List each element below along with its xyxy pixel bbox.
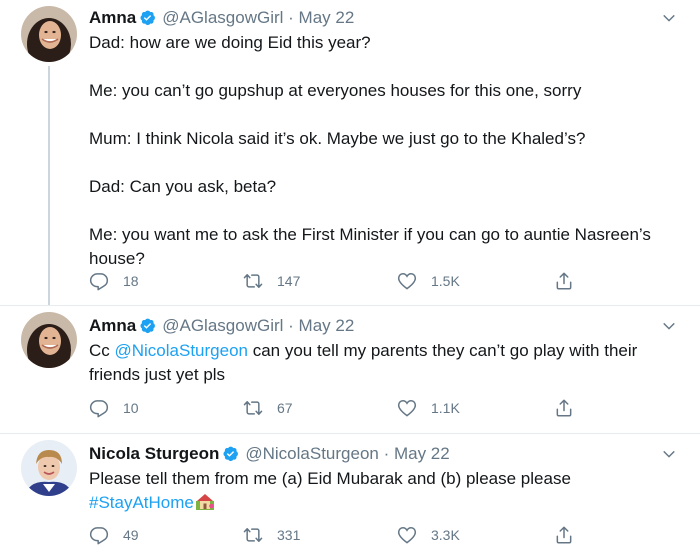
tweet-header: Amna @AGlasgowGirl · May 22 bbox=[89, 315, 676, 337]
tweet-2[interactable]: Amna @AGlasgowGirl · May 22 Cc @NicolaStu… bbox=[0, 306, 700, 433]
tweet-body: Amna @AGlasgowGirl · May 22 Cc @NicolaStu… bbox=[89, 315, 676, 387]
chevron-down-icon[interactable] bbox=[660, 445, 678, 463]
house-with-garden-emoji bbox=[195, 494, 214, 510]
heart-icon bbox=[397, 525, 417, 545]
chevron-down-icon[interactable] bbox=[660, 9, 678, 27]
chevron-down-icon[interactable] bbox=[660, 317, 678, 335]
reply-icon bbox=[89, 525, 109, 545]
retweet-button[interactable]: 67 bbox=[243, 396, 293, 420]
timestamp[interactable]: May 22 bbox=[394, 444, 450, 463]
display-name[interactable]: Nicola Sturgeon bbox=[89, 444, 219, 463]
separator: · bbox=[283, 316, 299, 335]
separator: · bbox=[283, 8, 299, 27]
reply-button[interactable]: 49 bbox=[89, 523, 139, 547]
reply-count: 49 bbox=[123, 527, 139, 543]
separator: · bbox=[378, 444, 394, 463]
share-button[interactable] bbox=[554, 396, 574, 420]
tweet-header: Nicola Sturgeon @NicolaSturgeon · May 22 bbox=[89, 443, 676, 465]
share-button[interactable] bbox=[554, 269, 574, 293]
tweet-line: Please tell them from me (a) Eid Mubarak… bbox=[89, 469, 571, 488]
tweet-3[interactable]: Nicola Sturgeon @NicolaSturgeon · May 22 … bbox=[0, 434, 700, 556]
verified-badge-icon bbox=[139, 9, 156, 26]
handle[interactable]: @AGlasgowGirl bbox=[162, 8, 283, 27]
tweet-line: Me: you want me to ask the First Ministe… bbox=[89, 225, 651, 268]
heart-icon bbox=[397, 398, 417, 418]
avatar[interactable] bbox=[21, 440, 77, 496]
tweet-text: Dad: how are we doing Eid this year? Me:… bbox=[89, 31, 676, 271]
like-button[interactable]: 3.3K bbox=[397, 523, 460, 547]
like-button[interactable]: 1.1K bbox=[397, 396, 460, 420]
tweet-line: Dad: Can you ask, beta? bbox=[89, 177, 277, 196]
like-count: 1.5K bbox=[431, 273, 460, 289]
retweet-icon bbox=[243, 398, 263, 418]
timestamp[interactable]: May 22 bbox=[299, 8, 355, 27]
share-icon bbox=[554, 398, 574, 418]
tweet-body: Amna @AGlasgowGirl · May 22 Dad: how are … bbox=[89, 7, 676, 271]
heart-icon bbox=[397, 271, 417, 291]
share-icon bbox=[554, 271, 574, 291]
like-button[interactable]: 1.5K bbox=[397, 269, 460, 293]
display-name[interactable]: Amna bbox=[89, 8, 136, 27]
verified-badge-icon bbox=[139, 317, 156, 334]
share-button[interactable] bbox=[554, 523, 574, 547]
retweet-icon bbox=[243, 525, 263, 545]
tweet-line: Dad: how are we doing Eid this year? bbox=[89, 33, 371, 52]
tweet-header: Amna @AGlasgowGirl · May 22 bbox=[89, 7, 676, 29]
retweet-button[interactable]: 331 bbox=[243, 523, 300, 547]
retweet-icon bbox=[243, 271, 263, 291]
tweet-actions: 10 67 1.1K bbox=[89, 396, 609, 420]
tweet-line: Mum: I think Nicola said it’s ok. Maybe … bbox=[89, 129, 586, 148]
tweet-text: Please tell them from me (a) Eid Mubarak… bbox=[89, 467, 676, 515]
share-icon bbox=[554, 525, 574, 545]
text-prefix: Cc bbox=[89, 341, 115, 360]
verified-badge-icon bbox=[222, 445, 239, 462]
retweet-button[interactable]: 147 bbox=[243, 269, 300, 293]
mention-link[interactable]: @NicolaSturgeon bbox=[115, 341, 249, 360]
display-name[interactable]: Amna bbox=[89, 316, 136, 335]
tweet-body: Nicola Sturgeon @NicolaSturgeon · May 22 … bbox=[89, 443, 676, 515]
handle[interactable]: @AGlasgowGirl bbox=[162, 316, 283, 335]
reply-icon bbox=[89, 398, 109, 418]
thread-line bbox=[48, 66, 50, 305]
like-count: 1.1K bbox=[431, 400, 460, 416]
retweet-count: 67 bbox=[277, 400, 293, 416]
retweet-count: 147 bbox=[277, 273, 301, 289]
tweet-actions: 49 331 3.3K bbox=[89, 523, 609, 547]
reply-button[interactable]: 10 bbox=[89, 396, 139, 420]
retweet-count: 331 bbox=[277, 527, 301, 543]
tweet-1[interactable]: Amna @AGlasgowGirl · May 22 Dad: how are … bbox=[0, 0, 700, 305]
avatar[interactable] bbox=[21, 6, 77, 62]
tweet-text: Cc @NicolaSturgeon can you tell my paren… bbox=[89, 339, 676, 387]
like-count: 3.3K bbox=[431, 527, 460, 543]
handle[interactable]: @NicolaSturgeon bbox=[245, 444, 379, 463]
reply-count: 10 bbox=[123, 400, 139, 416]
hashtag-link[interactable]: #StayAtHome bbox=[89, 493, 194, 512]
timestamp[interactable]: May 22 bbox=[299, 316, 355, 335]
reply-count: 18 bbox=[123, 273, 139, 289]
reply-icon bbox=[89, 271, 109, 291]
tweet-line: Me: you can’t go gupshup at everyones ho… bbox=[89, 81, 582, 100]
avatar[interactable] bbox=[21, 312, 77, 368]
reply-button[interactable]: 18 bbox=[89, 269, 139, 293]
tweet-actions: 18 147 1.5K bbox=[89, 269, 609, 293]
